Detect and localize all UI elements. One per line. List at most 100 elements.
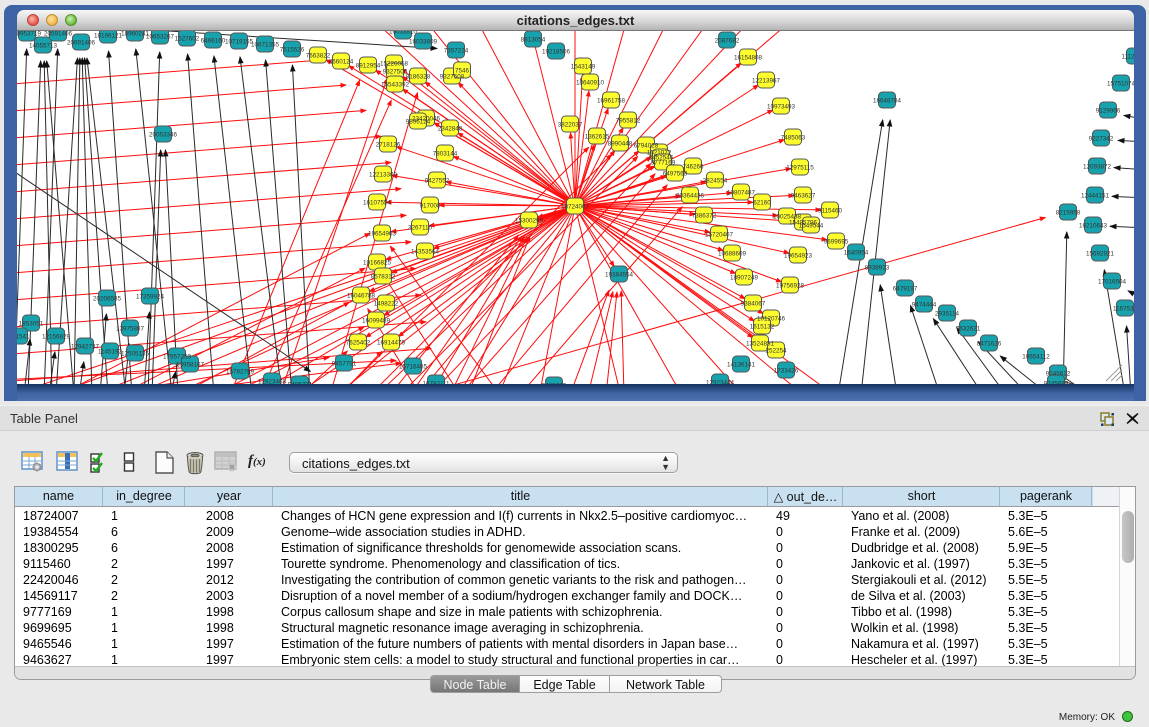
svg-text:12942737: 12942737	[71, 344, 100, 351]
svg-text:16782759: 16782759	[226, 369, 255, 376]
svg-text:9129966: 9129966	[1096, 108, 1121, 115]
svg-text:9227342: 9227342	[1089, 136, 1114, 143]
svg-text:9115460: 9115460	[818, 208, 843, 215]
svg-text:7515526: 7515526	[280, 47, 305, 54]
svg-text:16154808: 16154808	[734, 55, 763, 62]
svg-text:14136141: 14136141	[727, 362, 756, 369]
svg-text:8990448: 8990448	[608, 141, 633, 148]
svg-text:18907249: 18907249	[730, 275, 759, 282]
svg-text:20691406: 20691406	[67, 40, 96, 47]
svg-text:8471626: 8471626	[977, 341, 1002, 348]
svg-text:16914479: 16914479	[377, 340, 406, 347]
svg-text:10654112: 10654112	[1022, 354, 1050, 361]
svg-text:7357224: 7357224	[444, 48, 469, 55]
svg-text:10719155: 10719155	[225, 39, 254, 46]
svg-text:10653267: 10653267	[146, 34, 175, 41]
svg-text:2935114: 2935114	[935, 311, 960, 318]
svg-text:10671355: 10671355	[251, 42, 280, 49]
svg-text:19654923: 19654923	[784, 253, 813, 260]
svg-text:9245612: 9245612	[1046, 371, 1071, 378]
svg-text:14055713: 14055713	[29, 43, 58, 50]
svg-text:9327505: 9327505	[383, 69, 408, 76]
svg-text:1549544: 1549544	[799, 223, 824, 230]
svg-text:19756928: 19756928	[776, 283, 805, 290]
svg-text:7386372: 7386372	[692, 213, 717, 220]
svg-text:16210643: 16210643	[1079, 223, 1108, 230]
svg-text:15716485: 15716485	[399, 364, 428, 371]
svg-text:18196121: 18196121	[94, 33, 123, 40]
svg-text:8215958: 8215958	[1056, 210, 1081, 217]
svg-text:1853051: 1853051	[19, 321, 44, 328]
svg-text:12505135: 12505135	[121, 351, 150, 358]
svg-text:2087682: 2087682	[715, 38, 740, 45]
svg-text:6466160: 6466160	[201, 38, 226, 45]
svg-text:15692921: 15692921	[1086, 251, 1115, 258]
svg-text:10973493: 10973493	[767, 104, 796, 111]
svg-text:8660124: 8660124	[329, 59, 354, 66]
svg-text:3824554: 3824554	[703, 178, 728, 185]
svg-text:7485063: 7485063	[781, 135, 806, 142]
svg-text:16033809: 16033809	[409, 39, 438, 46]
svg-text:2342848: 2342848	[438, 126, 463, 133]
svg-text:18953719: 18953719	[17, 31, 41, 38]
svg-text:7546: 7546	[455, 68, 470, 75]
svg-text:11122334: 11122334	[1121, 54, 1134, 61]
svg-text:20053346: 20053346	[149, 132, 178, 139]
svg-text:3267110: 3267110	[408, 225, 433, 232]
svg-text:15300293: 15300293	[515, 218, 544, 225]
svg-text:14353564: 14353564	[411, 249, 440, 256]
svg-text:12213369: 12213369	[369, 172, 398, 179]
svg-text:7955812: 7955812	[616, 118, 641, 125]
svg-text:13975887: 13975887	[116, 326, 145, 333]
svg-text:9457791: 9457791	[332, 361, 357, 368]
svg-text:15226058: 15226058	[380, 61, 409, 68]
svg-text:16543392: 16543392	[381, 82, 410, 89]
svg-text:16033810: 16033810	[389, 31, 418, 36]
svg-text:917008: 917008	[419, 203, 441, 210]
svg-text:7803144: 7803144	[433, 151, 458, 158]
svg-text:6497568: 6497568	[663, 171, 688, 178]
svg-text:10688609: 10688609	[718, 251, 747, 258]
svg-text:8578312: 8578312	[371, 274, 396, 281]
svg-text:391541: 391541	[17, 334, 30, 341]
svg-text:1527602: 1527602	[175, 36, 200, 43]
svg-text:12213967: 12213967	[752, 78, 781, 85]
svg-text:7632621: 7632621	[956, 326, 981, 333]
svg-text:8938913: 8938913	[865, 265, 890, 272]
svg-text:1498222: 1498222	[374, 301, 399, 308]
svg-text:8186328: 8186328	[406, 74, 431, 81]
svg-text:18640910: 18640910	[576, 80, 605, 87]
svg-text:18724007: 18724007	[561, 204, 590, 211]
svg-text:12444151: 12444151	[1081, 193, 1110, 200]
svg-text:9896124: 9896124	[406, 119, 431, 126]
svg-text:9384067: 9384067	[741, 301, 766, 308]
svg-text:1543149: 1543149	[571, 64, 596, 71]
svg-text:1733426: 1733426	[774, 368, 799, 375]
svg-text:6794028: 6794028	[634, 143, 659, 150]
svg-text:16961758: 16961758	[597, 98, 626, 105]
svg-text:16648784: 16648784	[873, 98, 902, 105]
svg-text:13524851: 13524851	[746, 341, 775, 348]
svg-text:9463627: 9463627	[791, 193, 816, 200]
svg-text:746266: 746266	[682, 164, 704, 171]
svg-text:1640954: 1640954	[844, 250, 869, 257]
svg-text:16107554: 16107554	[363, 200, 392, 207]
svg-text:15720407: 15720407	[705, 232, 734, 239]
svg-text:17359924: 17359924	[136, 294, 165, 301]
svg-text:1615132: 1615132	[750, 324, 775, 331]
svg-text:9777169: 9777169	[651, 160, 676, 167]
svg-text:12093872: 12093872	[1083, 164, 1112, 171]
svg-text:9327508: 9327508	[440, 74, 465, 81]
svg-text:10120746: 10120746	[757, 316, 786, 323]
svg-text:8912954: 8912954	[356, 63, 381, 70]
svg-text:17016504: 17016504	[1098, 279, 1127, 286]
svg-text:3822037: 3822037	[558, 122, 583, 129]
svg-text:20206585: 20206585	[93, 296, 122, 303]
svg-text:62160: 62160	[753, 200, 771, 207]
svg-text:12156829: 12156829	[42, 334, 71, 341]
svg-text:2718126: 2718126	[376, 142, 401, 149]
svg-text:15751074: 15751074	[1107, 81, 1134, 88]
svg-text:19384554: 19384554	[605, 272, 634, 279]
svg-text:10807487: 10807487	[727, 190, 756, 197]
svg-text:6479197: 6479197	[893, 286, 918, 293]
